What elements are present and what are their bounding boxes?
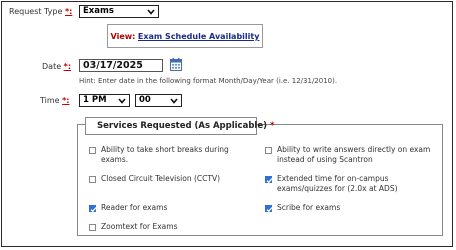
services-legend: Services Requested (As Applicable) * xyxy=(85,117,274,135)
checkmark-icon xyxy=(90,207,97,213)
checkbox-cctv[interactable] xyxy=(89,176,96,183)
time-hour-value: 1 PM xyxy=(83,95,107,105)
checkbox-write-on-exam[interactable] xyxy=(265,147,272,154)
option-label-cctv: Closed Circuit Television (CCTV) xyxy=(101,174,220,183)
calendar-icon[interactable] xyxy=(170,58,182,71)
checkbox-reader[interactable] xyxy=(89,205,97,213)
checkbox-short-breaks[interactable] xyxy=(89,147,96,154)
date-format-hint: Hint: Enter date in the following format… xyxy=(79,77,338,85)
option-label-reader: Reader for exams xyxy=(101,203,168,212)
required-marker: * xyxy=(269,121,275,131)
chevron-down-icon xyxy=(170,98,178,104)
option-label-write-on-exam: Ability to write answers directly on exa… xyxy=(277,145,431,164)
required-marker: *: xyxy=(64,7,73,16)
time-hour-select[interactable]: 1 PM xyxy=(79,94,130,107)
request-type-value: Exams xyxy=(83,6,114,16)
view-prefix: View: xyxy=(110,32,136,41)
option-label-extended-time: Extended time for on-campus exams/quizze… xyxy=(277,174,398,193)
request-type-label: Request Type *: xyxy=(9,7,73,16)
option-label-short-breaks: Ability to take short breaks during exam… xyxy=(101,145,229,164)
chevron-down-icon xyxy=(118,98,126,104)
time-minute-value: 00 xyxy=(139,95,151,105)
request-type-select[interactable]: Exams xyxy=(79,5,159,18)
date-label: Date *: xyxy=(42,62,72,71)
option-label-zoomtext: Zoomtext for Exams xyxy=(101,222,178,231)
time-label: Time *: xyxy=(40,96,70,105)
checkmark-icon xyxy=(266,207,273,213)
required-marker: *: xyxy=(63,62,72,71)
required-marker: *: xyxy=(62,96,70,105)
exam-schedule-link[interactable]: Exam Schedule Availability xyxy=(138,32,260,41)
checkmark-icon xyxy=(266,178,273,184)
time-minute-select[interactable]: 00 xyxy=(135,94,182,107)
checkbox-extended-time[interactable] xyxy=(265,176,273,184)
view-schedule-box: View: Exam Schedule Availability xyxy=(107,24,263,48)
date-input[interactable]: 03/17/2025 xyxy=(79,59,163,72)
chevron-down-icon xyxy=(147,9,155,15)
option-label-scribe: Scribe for exams xyxy=(277,203,341,212)
checkbox-scribe[interactable] xyxy=(265,205,273,213)
checkbox-zoomtext[interactable] xyxy=(89,224,96,231)
